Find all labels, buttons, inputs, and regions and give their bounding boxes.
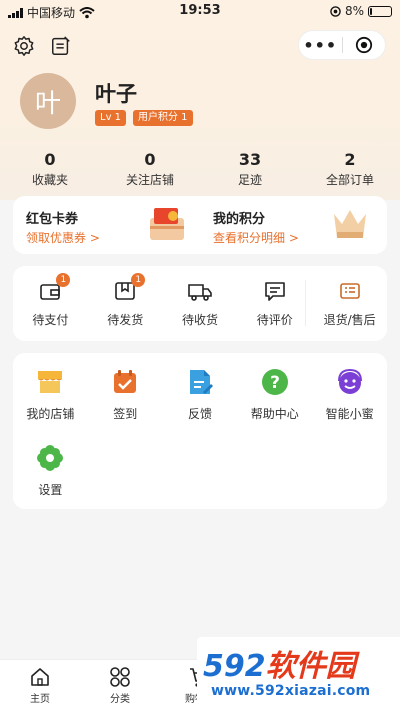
order-badge: 1 [131, 273, 146, 287]
gear-icon[interactable] [13, 35, 35, 57]
coupon-title: 红包卡券 [26, 212, 79, 227]
home-icon [31, 668, 49, 686]
order-pending-receipt[interactable]: 待收货 [163, 266, 238, 341]
tool-label: 反馈 [187, 407, 212, 421]
tool-check-in[interactable]: 签到 [88, 367, 163, 443]
help-icon: ? [261, 369, 288, 395]
points-section[interactable]: 我的积分 查看积分明细 > [200, 196, 387, 254]
red-packet-icon [150, 208, 184, 240]
tool-help-center[interactable]: ? 帮助中心 [237, 367, 312, 443]
user-name: 叶子 [95, 82, 137, 106]
coupon-points-card: 红包卡券 领取优惠券 > 我的积分 查看积分明细 > [13, 196, 387, 254]
tool-settings[interactable]: 设置 [13, 443, 88, 519]
stat-favorites[interactable]: 0 收藏夹 [0, 150, 100, 188]
feedback-icon [189, 370, 213, 394]
stats-row: 0 收藏夹 0 关注店铺 33 足迹 2 全部订单 [0, 150, 400, 188]
order-label: 退货/售后 [323, 313, 376, 327]
level-badge: Lv 1 [95, 110, 127, 126]
watermark-url: www.592xiazai.com [211, 683, 371, 699]
stat-footprints[interactable]: 33 足迹 [200, 150, 300, 188]
after-sale-icon [339, 283, 360, 299]
tools-card: 我的店铺 签到 反馈 ? 帮助中心 智能小蜜 设置 [13, 353, 387, 509]
stat-label: 足迹 [237, 173, 262, 187]
points-title: 我的积分 [213, 212, 266, 227]
stat-label: 关注店铺 [125, 173, 174, 187]
order-status-card: 1 待支付 1 待发货 待收货 待评价 退货/售后 [13, 266, 387, 341]
order-pending-review[interactable]: 待评价 [237, 266, 312, 341]
points-badge: 用户积分 1 [133, 110, 193, 126]
order-badge: 1 [56, 273, 71, 287]
stat-value: 0 [144, 150, 156, 169]
stat-followed-shops[interactable]: 0 关注店铺 [100, 150, 200, 188]
tool-label: 我的店铺 [26, 407, 75, 421]
tool-smart-assistant[interactable]: 智能小蜜 [312, 367, 387, 443]
message-icon[interactable] [50, 35, 72, 57]
tool-label: 帮助中心 [250, 407, 299, 421]
coupon-link[interactable]: 领取优惠券 > [26, 229, 100, 246]
close-button[interactable] [342, 36, 385, 54]
battery-icon [368, 5, 392, 17]
tool-label: 签到 [113, 407, 138, 421]
order-label: 待评价 [256, 313, 293, 327]
battery-percent: 8% [344, 4, 364, 18]
order-divider [305, 280, 306, 326]
store-icon [38, 371, 63, 393]
order-pending-shipment[interactable]: 1 待发货 [88, 266, 163, 341]
category-icon [110, 667, 130, 687]
more-button[interactable]: ••• [299, 36, 342, 55]
tool-feedback[interactable]: 反馈 [163, 367, 238, 443]
watermark-text: 软件园 [265, 649, 356, 684]
mini-program-capsule: ••• [298, 30, 386, 60]
location-lock-icon [330, 5, 341, 17]
tool-my-store[interactable]: 我的店铺 [13, 367, 88, 443]
target-icon [355, 36, 372, 54]
calendar-check-icon [114, 370, 137, 393]
status-bar: 中国移动 19:53 8% [0, 0, 400, 22]
coupon-section[interactable]: 红包卡券 领取优惠券 > [13, 196, 200, 254]
comment-icon [264, 282, 285, 301]
points-link[interactable]: 查看积分明细 > [213, 229, 299, 246]
stat-label: 收藏夹 [31, 173, 68, 187]
assistant-icon [337, 368, 362, 394]
crown-icon [334, 210, 366, 238]
order-after-sale[interactable]: 退货/售后 [312, 266, 387, 341]
stat-all-orders[interactable]: 2 全部订单 [300, 150, 400, 188]
truck-icon [188, 284, 212, 301]
order-label: 待发货 [107, 313, 144, 327]
tab-category[interactable]: 分类 [80, 660, 160, 711]
tab-label: 主页 [30, 694, 50, 705]
svg-text:?: ? [270, 373, 280, 393]
tool-label: 智能小蜜 [325, 407, 374, 421]
stat-value: 2 [344, 150, 356, 169]
watermark-number: 592 [203, 649, 266, 684]
tool-label: 设置 [38, 483, 63, 497]
order-label: 待收货 [181, 313, 218, 327]
order-label: 待支付 [32, 313, 69, 327]
tab-home[interactable]: 主页 [0, 660, 80, 711]
order-pending-payment[interactable]: 1 待支付 [13, 266, 88, 341]
stat-label: 全部订单 [325, 173, 374, 187]
stat-value: 0 [44, 150, 56, 169]
settings-flower-icon [37, 445, 64, 471]
avatar[interactable]: 叶 [20, 73, 76, 129]
tab-label: 分类 [110, 694, 130, 705]
watermark: 592软件园 www.592xiazai.com [197, 637, 400, 711]
stat-value: 33 [238, 150, 262, 169]
watermark-brand: 592软件园 [203, 641, 356, 685]
